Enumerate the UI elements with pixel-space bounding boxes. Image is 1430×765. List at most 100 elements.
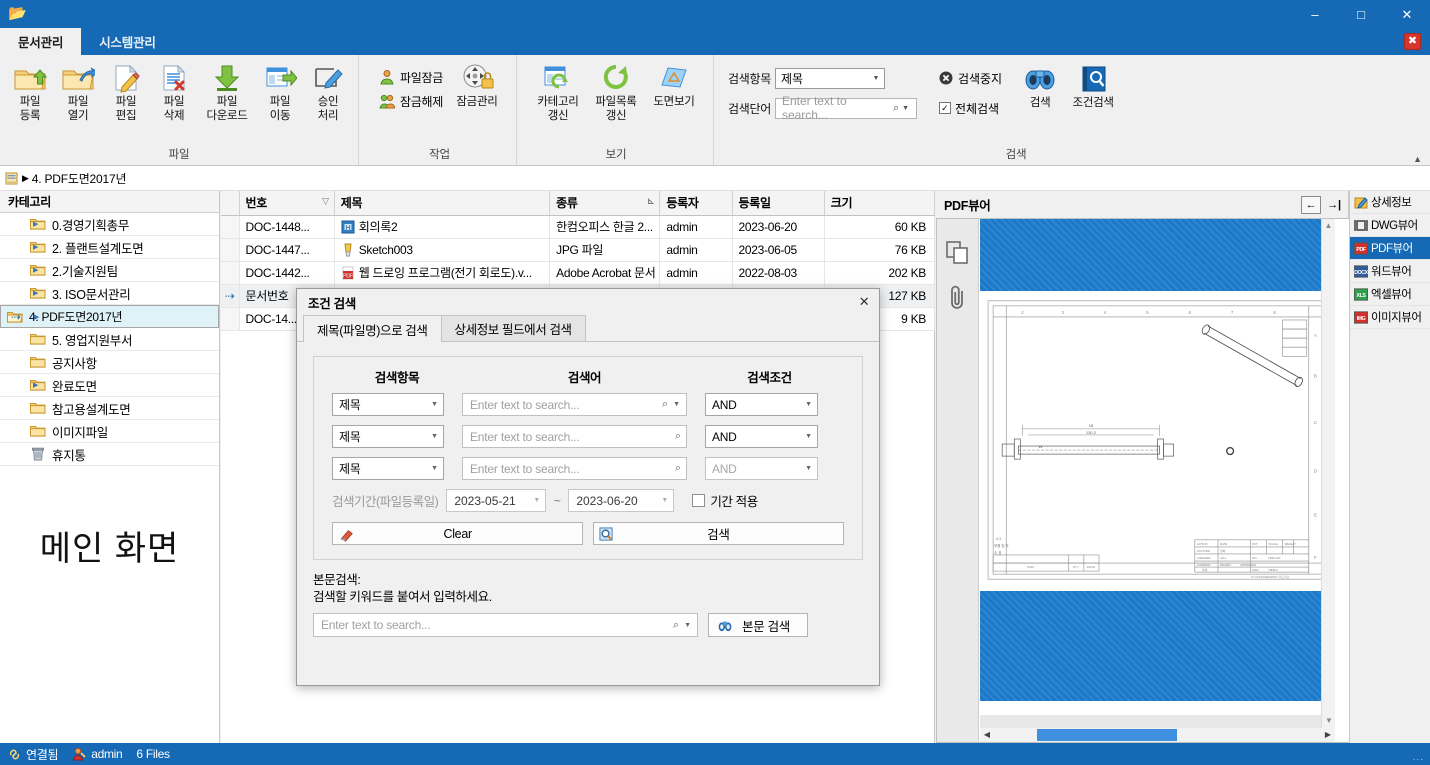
date-to-input[interactable]: 2023-06-20 ▼ [568,489,675,512]
criteria-field-select-1[interactable]: 제목 ▼ [332,393,444,416]
file-edit-button[interactable]: 파일 편집 [102,59,150,123]
file-open-button[interactable]: 파일 열기 [54,59,102,123]
viewer-tab-0[interactable]: 상세정보 [1350,191,1430,214]
file-download-button[interactable]: 파일 다운로드 [198,59,256,123]
apply-period-checkbox[interactable] [692,494,706,507]
fulltext-search-input[interactable]: Enter text to search... ⌕ ▼ [313,613,698,637]
search-field-select[interactable]: 제목 ▼ [774,67,885,89]
tab-system-management[interactable]: 시스템관리 [81,28,174,55]
tree-item-4[interactable]: ⇢ ▶ 4. PDF도면2017년 [0,305,219,328]
scroll-down-arrow-icon[interactable]: ▼ [1322,714,1335,728]
column-header-size[interactable]: 크기 [824,191,936,216]
pages-thumbnail-icon[interactable] [937,231,978,275]
criteria-term-input-1[interactable]: Enter text to search... ⌕ ▼ [462,393,687,416]
lock-manage-button[interactable]: 잠금관리 [448,59,506,110]
collapse-right-button[interactable]: →| [1324,196,1344,214]
file-move-button[interactable]: 파일 이동 [256,59,304,123]
table-row[interactable]: DOC-1447... Sketch003 JPG 파일 admin 2023-06-0… [221,238,936,262]
tree-item-5[interactable]: 5. 영업지원부서 [0,328,219,351]
dialog-close-button[interactable]: ✕ [849,289,879,315]
viewer-tab-2[interactable]: PDF PDF뷰어 [1350,237,1430,260]
file-unlock-button[interactable]: 잠금해제 [373,89,448,113]
table-row[interactable]: DOC-1448... H 회의록2 한컴오피스 한글 2... admin 2023-0… [221,215,936,239]
viewer-tab-4[interactable]: XLS 엑셀뷰어 [1350,283,1430,306]
scroll-up-arrow-icon[interactable]: ▲ [1322,219,1335,233]
dialog-search-button[interactable]: 검색 [592,522,844,545]
expand-arrow-icon[interactable]: ▶ [31,381,40,389]
chevron-down-icon[interactable]: ▼ [899,105,912,112]
chevron-down-icon[interactable]: ▼ [528,497,545,504]
expand-arrow-icon[interactable]: ▶ [31,243,40,251]
file-register-button[interactable]: 파일 등록 [6,59,54,123]
close-button[interactable]: ✕ [1384,0,1430,28]
tree-item-6[interactable]: 공지사항 [0,351,219,374]
tree-item-7[interactable]: ▶ 완료도면 [0,374,219,397]
maximize-button[interactable]: □ [1338,0,1384,28]
conditional-search-button[interactable]: 조건검색 [1064,60,1122,111]
minimize-button[interactable]: – [1292,0,1338,28]
sort-icon[interactable]: ⊾ [647,196,655,207]
expand-arrow-icon[interactable]: ▶ [32,313,41,321]
expand-arrow-icon[interactable]: ▶ [31,220,40,228]
tab-search-by-detail-field[interactable]: 상세정보 필드에서 검색 [440,315,586,341]
tree-item-10[interactable]: 휴지통 [0,443,219,466]
pdf-page-stage[interactable]: 234 567 8 ABC DEF 18 130.2 W 0.3 부품 및 치 … [980,219,1335,742]
tree-item-0[interactable]: ▶ 0.경영기획총무 [0,213,219,236]
expand-arrow-icon[interactable]: ▶ [31,289,40,297]
viewer-tab-1[interactable]: DWG뷰어 [1350,214,1430,237]
search-icon[interactable]: ⌕ [673,430,683,443]
expand-arrow-icon[interactable]: ▶ [31,266,40,274]
tree-item-1[interactable]: ▶ 2. 플랜트설계도면 [0,236,219,259]
scroll-left-arrow-icon[interactable]: ◀ [980,728,994,742]
breadcrumb-arrow-icon[interactable]: ▶ [22,173,29,184]
viewer-tab-5[interactable]: IMG 이미지뷰어 [1350,306,1430,329]
fulltext-search-button[interactable]: 본문 검색 [708,613,808,637]
tab-document-management[interactable]: 문서관리 [0,28,82,55]
tree-item-3[interactable]: ▶ 3. ISO문서관리 [0,282,219,305]
column-header-author[interactable]: 등록자 [659,191,733,216]
table-row[interactable]: DOC-1442... PDF 웹 드로잉 프로그램(전기 회로도).v... Ado… [221,261,936,285]
file-list-refresh-button[interactable]: 파일목록 갱신 [587,59,645,123]
column-header-title[interactable]: 제목 [334,191,551,216]
column-header-date[interactable]: 등록일 [732,191,825,216]
tree-item-8[interactable]: 참고용설계도면 [0,397,219,420]
chevron-down-icon[interactable]: ▼ [670,401,683,408]
tree-item-2[interactable]: ▶ 2.기술지원팀 [0,259,219,282]
filter-icon[interactable]: ▽ [322,196,329,207]
search-icon[interactable]: ⌕ [660,398,670,411]
tree-item-9[interactable]: 이미지파일 [0,420,219,443]
criteria-condition-select-1[interactable]: AND ▼ [705,393,818,416]
viewer-vertical-scrollbar[interactable]: ▲ ▼ [1321,219,1335,728]
file-delete-button[interactable]: 파일 삭제 [150,59,198,123]
viewer-tab-3[interactable]: DOCX 워드뷰어 [1350,260,1430,283]
resize-grip[interactable]: ... [1413,752,1424,763]
tab-search-by-title[interactable]: 제목(파일명)으로 검색 [303,315,442,342]
search-icon[interactable]: ⌕ [671,619,681,632]
attachment-clip-icon[interactable] [937,275,978,319]
category-refresh-button[interactable]: 카테고리 갱신 [529,59,587,123]
file-lock-button[interactable]: 파일잠금 [373,65,448,89]
search-icon[interactable]: ⌕ [673,462,683,475]
approve-button[interactable]: 승인 처리 [304,59,352,123]
viewer-horizontal-scrollbar[interactable]: ◀ ▶ [980,728,1335,742]
search-button[interactable]: 검색 [1016,60,1064,111]
search-all-checkbox[interactable]: ✓ [938,102,951,114]
search-term-input[interactable]: Enter text to search... ⌕ ▼ [774,94,917,122]
column-header-kind[interactable]: 종류 ⊾ [549,191,661,216]
criteria-term-input-2[interactable]: Enter text to search... ⌕ [462,425,687,448]
ribbon-collapse-icon[interactable]: ▲ [1413,154,1422,164]
scroll-right-arrow-icon[interactable]: ▶ [1321,728,1335,742]
close-document-badge-icon[interactable]: ✖ [1404,33,1421,50]
date-from-input[interactable]: 2023-05-21 ▼ [446,489,547,512]
criteria-field-select-3[interactable]: 제목 ▼ [332,457,444,480]
criteria-field-select-2[interactable]: 제목 ▼ [332,425,444,448]
criteria-term-input-3[interactable]: Enter text to search... ⌕ [462,457,687,480]
criteria-condition-select-2[interactable]: AND ▼ [705,425,818,448]
drawing-view-button[interactable]: 도면보기 [645,59,703,110]
collapse-left-button[interactable]: ← [1301,195,1321,214]
clear-button[interactable]: Clear [332,522,584,545]
horizontal-scroll-thumb[interactable] [1037,729,1177,741]
search-stop-label[interactable]: 검색중지 [958,70,1002,87]
chevron-down-icon[interactable]: ▼ [656,497,673,504]
column-header-no[interactable]: 번호 ▽ [239,191,335,216]
